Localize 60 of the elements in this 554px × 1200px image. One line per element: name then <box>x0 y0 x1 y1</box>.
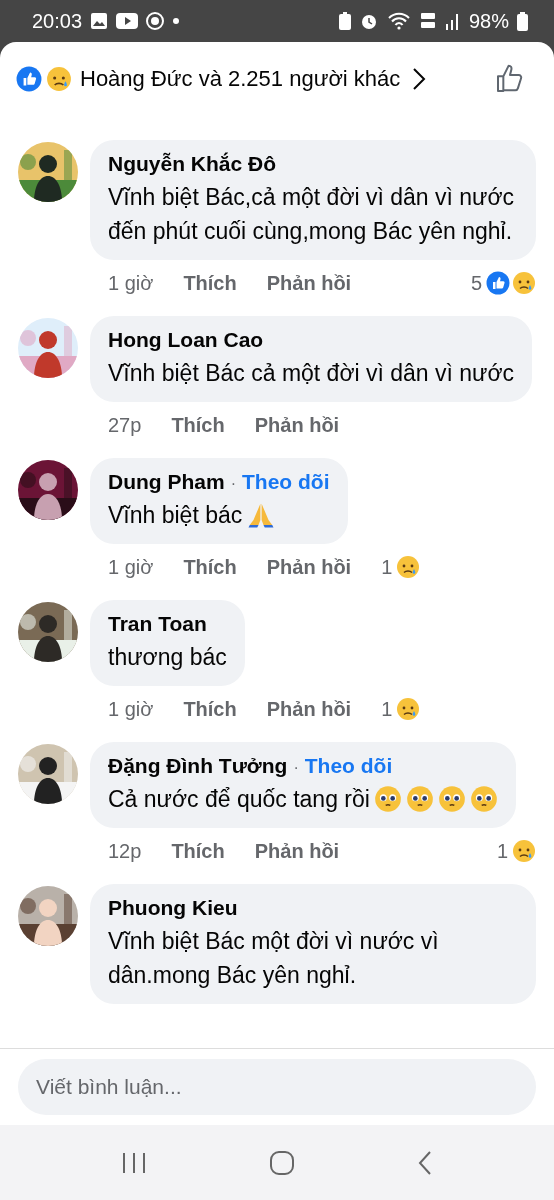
like-button[interactable]: Thích <box>183 555 237 579</box>
sad-reaction-icon <box>512 839 536 863</box>
pleading-face-icon <box>437 785 466 813</box>
comment-author[interactable]: Nguyễn Khắc Đô <box>108 152 277 176</box>
comment-time: 1 giờ <box>108 697 154 721</box>
sad-reaction-icon <box>396 697 421 721</box>
comment-text: Vĩnh biệt Bác,cả một đời vì dân vì nước đến phút cuối cùng,mong Bác yên nghỉ. <box>108 183 516 246</box>
like-button[interactable]: Thích <box>183 271 237 295</box>
separator-dot: · <box>230 475 236 493</box>
comment-time: 12p <box>108 839 142 863</box>
comment-input[interactable]: Viết bình luận... <box>18 1059 536 1115</box>
reply-button[interactable]: Phản hồi <box>254 839 340 863</box>
wifi-icon <box>386 11 411 31</box>
separator-dot: · <box>293 759 299 777</box>
comment-text: Vĩnh biệt Bác một đời vì nước vì dân.mong Bác yên nghỉ. <box>108 927 440 990</box>
reaction-count[interactable]: 1 <box>381 697 393 721</box>
comment-time: 1 giờ <box>108 271 154 295</box>
comment-author[interactable]: Tran Toan <box>108 612 207 636</box>
follow-link[interactable]: Theo dõi <box>304 754 393 778</box>
comment-author[interactable]: Dung Pham <box>108 470 225 494</box>
reply-button[interactable]: Phản hồi <box>266 697 352 721</box>
follow-link[interactable]: Theo dõi <box>242 470 330 494</box>
comment-author[interactable]: Hong Loan Cao <box>108 328 264 352</box>
sad-reaction-icon <box>512 271 536 295</box>
comment-time: 1 giờ <box>108 555 154 579</box>
battery-percentage: 98% <box>468 9 509 33</box>
reaction-count[interactable]: 5 <box>470 271 482 295</box>
battery-icon <box>517 11 528 31</box>
comment-text: Cả nước để quốc tang rồi <box>108 785 370 814</box>
back-icon[interactable] <box>417 1149 433 1176</box>
chevron-right-icon[interactable] <box>412 67 427 91</box>
like-reaction-icon <box>16 66 42 92</box>
video-icon <box>116 13 139 29</box>
reply-button[interactable]: Phản hồi <box>266 271 352 295</box>
like-button[interactable]: Thích <box>183 697 237 721</box>
comment-text: Vĩnh biệt Bác cả một đời vì dân vì nước <box>108 359 515 388</box>
comment-text: Vĩnh biệt bác <box>108 501 243 530</box>
comment-text: thương bác <box>108 643 227 672</box>
sad-reaction-icon <box>46 66 72 92</box>
dot-icon <box>172 17 181 25</box>
image-icon <box>90 12 109 30</box>
pleading-face-icon <box>469 785 498 813</box>
pleading-face-icon <box>405 785 434 813</box>
reply-button[interactable]: Phản hồi <box>254 413 340 437</box>
home-icon[interactable] <box>269 1149 295 1176</box>
like-reaction-icon <box>486 271 510 295</box>
sad-reaction-icon <box>396 555 421 579</box>
reactions-summary[interactable]: Hoàng Đức và 2.251 người khác <box>80 66 401 92</box>
comment-author[interactable]: Đặng Đình Tưởng <box>108 754 288 778</box>
pleading-face-icon <box>373 785 402 813</box>
reaction-count[interactable]: 1 <box>496 839 508 863</box>
like-button[interactable]: Thích <box>171 839 225 863</box>
like-button[interactable]: Thích <box>171 413 225 437</box>
reaction-count[interactable]: 1 <box>381 555 393 579</box>
clock-time: 20:03 <box>32 9 83 33</box>
comment-time: 27p <box>108 413 142 437</box>
recent-apps-icon[interactable] <box>121 1150 147 1175</box>
comment-author[interactable]: Phuong Kieu <box>108 896 238 920</box>
signal-icon <box>444 12 461 30</box>
reply-button[interactable]: Phản hồi <box>266 555 352 579</box>
